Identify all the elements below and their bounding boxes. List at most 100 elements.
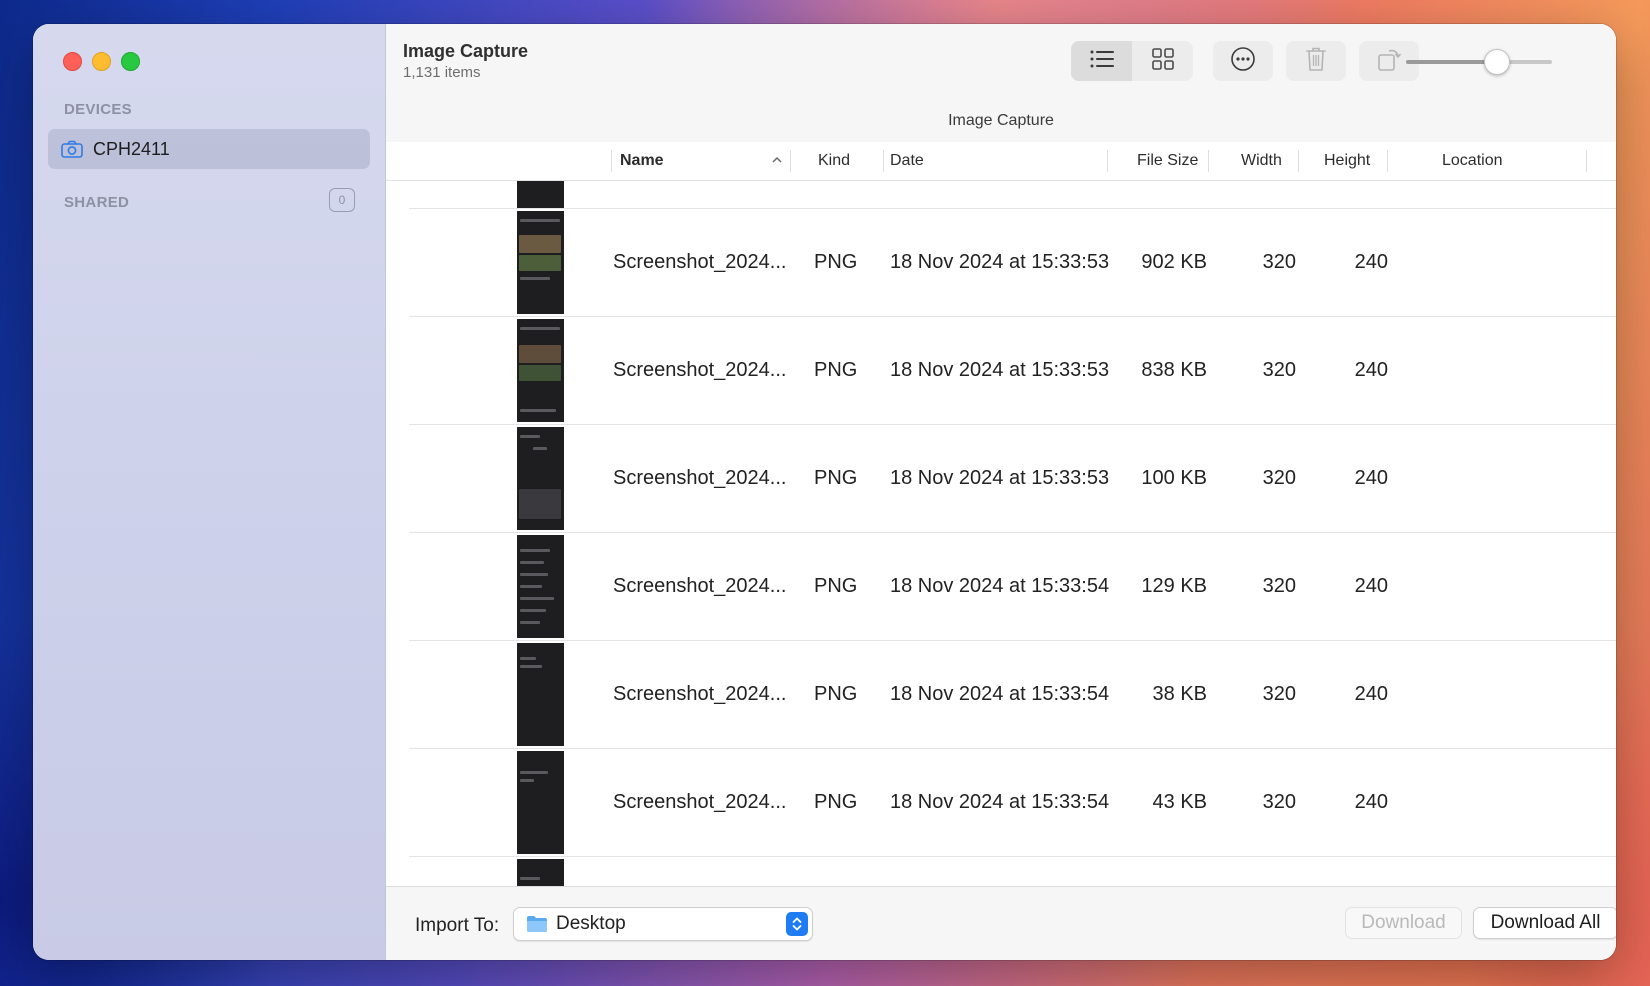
column-header-height[interactable]: Height	[1324, 142, 1370, 180]
thumb-detail	[520, 657, 536, 660]
column-header-name[interactable]: Name	[620, 142, 664, 180]
thumb-detail	[520, 621, 540, 624]
thumbnail	[517, 319, 564, 422]
row-kind: PNG	[814, 683, 858, 705]
row-width: 320	[1262, 359, 1296, 381]
import-destination-select[interactable]: Desktop	[513, 907, 813, 941]
thumb-detail	[519, 365, 561, 381]
column-divider	[790, 150, 791, 172]
import-destination-value: Desktop	[556, 913, 626, 934]
column-header-date[interactable]: Date	[890, 142, 924, 180]
column-divider	[1387, 150, 1388, 172]
main-content: Image Capture 1,131 items Image Capture …	[386, 24, 1616, 960]
grid-view-button[interactable]	[1132, 41, 1193, 81]
thumb-detail	[520, 573, 548, 576]
sidebar-item-label: CPH2411	[93, 138, 170, 159]
column-divider	[611, 150, 612, 172]
row-date: 18 Nov 2024 at 15:33:53	[890, 359, 1110, 381]
row-file-size: 838 KB	[1141, 359, 1207, 381]
thumbnail-size-slider[interactable]	[1406, 60, 1552, 64]
thumb-detail	[520, 561, 544, 564]
row-divider	[409, 856, 1616, 857]
row-divider	[409, 316, 1616, 317]
list-view-button[interactable]	[1071, 41, 1132, 81]
more-actions-button[interactable]	[1213, 41, 1273, 81]
toolbar-center-title: Image Capture	[948, 112, 1054, 129]
thumb-detail	[533, 447, 547, 450]
row-divider	[409, 532, 1616, 533]
row-divider	[409, 640, 1616, 641]
row-date: 18 Nov 2024 at 15:33:54	[890, 575, 1110, 597]
row-name: Screenshot_2024...	[613, 251, 787, 273]
row-height: 240	[1354, 683, 1388, 705]
row-kind: PNG	[814, 251, 858, 273]
import-to-label: Import To:	[415, 915, 500, 936]
thumb-detail	[520, 597, 554, 600]
thumb-detail	[520, 779, 534, 782]
more-icon	[1230, 46, 1256, 77]
close-button[interactable]	[63, 52, 82, 71]
thumb-detail	[520, 435, 540, 438]
thumbnail	[517, 535, 564, 638]
slider-knob[interactable]	[1484, 49, 1510, 75]
sidebar: DEVICES CPH2411 SHARED 0	[33, 24, 386, 960]
row-divider	[409, 208, 1616, 209]
thumb-detail	[520, 609, 546, 612]
file-list: Screenshot_2024... PNG 18 Nov 2024 at 15…	[386, 181, 1616, 886]
footer: Import To: Desktop Download Download All	[386, 886, 1616, 960]
row-name: Screenshot_2024...	[613, 575, 787, 597]
row-name: Screenshot_2024...	[613, 359, 787, 381]
row-divider	[409, 424, 1616, 425]
minimize-button[interactable]	[92, 52, 111, 71]
delete-button[interactable]	[1286, 41, 1346, 81]
row-divider	[409, 748, 1616, 749]
column-header-kind[interactable]: Kind	[818, 142, 850, 180]
row-date: 18 Nov 2024 at 15:33:53	[890, 251, 1110, 273]
row-name: Screenshot_2024...	[613, 791, 787, 813]
column-header-location[interactable]: Location	[1442, 142, 1503, 180]
row-name: Screenshot_2024...	[613, 683, 787, 705]
row-file-size: 129 KB	[1141, 575, 1207, 597]
rotate-icon	[1376, 46, 1402, 77]
row-kind: PNG	[814, 575, 858, 597]
thumbnail-partial-bottom	[517, 859, 564, 886]
row-height: 240	[1354, 251, 1388, 273]
folder-icon	[526, 915, 548, 933]
column-divider	[1208, 150, 1209, 172]
column-divider	[1107, 150, 1108, 172]
view-mode-control	[1071, 41, 1193, 81]
row-width: 320	[1262, 467, 1296, 489]
devices-header: DEVICES	[64, 101, 132, 118]
thumb-detail	[520, 277, 550, 280]
row-width: 320	[1262, 575, 1296, 597]
select-arrows-icon	[786, 912, 808, 936]
thumbnail	[517, 751, 564, 854]
thumb-detail	[520, 219, 560, 222]
column-divider	[1298, 150, 1299, 172]
row-width: 320	[1262, 791, 1296, 813]
column-divider	[883, 150, 884, 172]
thumbnail-partial-top	[517, 181, 564, 208]
column-header-file-size[interactable]: File Size	[1137, 142, 1198, 180]
thumb-detail	[519, 345, 561, 363]
sidebar-item-device[interactable]: CPH2411	[48, 129, 370, 169]
thumbnail	[517, 427, 564, 530]
zoom-button[interactable]	[121, 52, 140, 71]
row-date: 18 Nov 2024 at 15:33:54	[890, 683, 1110, 705]
thumb-detail	[519, 489, 561, 519]
thumbnail	[517, 643, 564, 746]
thumb-detail	[520, 327, 560, 330]
download-all-button[interactable]: Download All	[1473, 907, 1616, 939]
row-kind: PNG	[814, 791, 858, 813]
thumb-detail	[520, 585, 542, 588]
download-button[interactable]: Download	[1345, 907, 1462, 939]
row-width: 320	[1262, 683, 1296, 705]
table-header: Name Kind Date File Size Width Height Lo…	[386, 142, 1616, 181]
sort-ascending-icon	[771, 154, 783, 166]
row-name: Screenshot_2024...	[613, 467, 787, 489]
thumb-detail	[520, 771, 548, 774]
window-title: Image Capture	[403, 41, 529, 61]
column-header-width[interactable]: Width	[1241, 142, 1282, 180]
list-view-icon	[1089, 49, 1115, 74]
thumb-detail	[520, 549, 550, 552]
